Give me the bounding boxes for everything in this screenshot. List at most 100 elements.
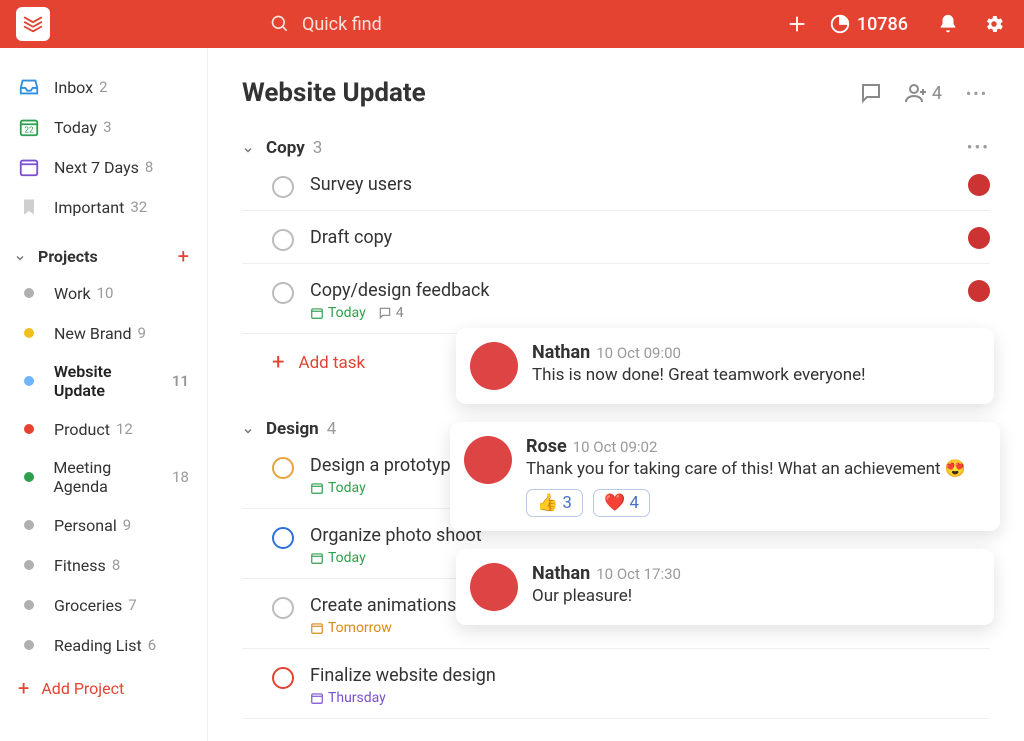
karma-button[interactable]: 10786: [829, 13, 908, 35]
today-icon: 22: [18, 116, 40, 138]
reaction[interactable]: ❤️ 4: [593, 489, 650, 517]
chevron-down-icon: [242, 141, 256, 155]
plus-icon: +: [272, 350, 284, 375]
comment-card[interactable]: Rose10 Oct 09:02 Thank you for taking ca…: [450, 422, 1000, 531]
avatar: [464, 436, 512, 484]
sidebar-filter-count: 32: [130, 198, 147, 216]
sidebar-project-label: Personal: [54, 516, 117, 535]
sidebar-project-item[interactable]: Meeting Agenda18: [8, 452, 199, 502]
sidebar-project-label: New Brand: [54, 324, 132, 343]
assignee-avatar[interactable]: [968, 280, 990, 302]
add-button[interactable]: [783, 10, 811, 38]
section-more-button[interactable]: •••: [967, 138, 990, 158]
project-color-dot: [18, 322, 40, 344]
comment-author: Nathan: [532, 563, 590, 584]
task-row[interactable]: Survey users: [242, 158, 990, 211]
more-button[interactable]: •••: [964, 80, 990, 106]
comment-card[interactable]: Nathan10 Oct 17:30 Our pleasure!: [456, 549, 994, 625]
sidebar-project-count: 6: [148, 636, 156, 654]
section-name: Copy: [266, 138, 305, 158]
sidebar-filter-inbox[interactable]: Inbox 2: [8, 70, 199, 104]
comment-card[interactable]: Nathan10 Oct 09:00 This is now done! Gre…: [456, 328, 994, 404]
task-row[interactable]: Finalize website designThursday: [242, 649, 990, 719]
sidebar-project-label: Work: [54, 284, 91, 303]
task-checkbox[interactable]: [272, 229, 294, 251]
sidebar-filter-today[interactable]: 22 Today 3: [8, 110, 199, 144]
project-color-dot: [18, 370, 40, 392]
task-checkbox[interactable]: [272, 282, 294, 304]
section-header[interactable]: Copy 3 •••: [242, 138, 990, 158]
main-content: Website Update 4 ••• Copy3•••Survey user…: [208, 48, 1024, 741]
sidebar-project-count: 12: [116, 420, 133, 438]
project-color-dot: [18, 466, 39, 488]
project-color-dot: [18, 634, 40, 656]
assignee-avatar[interactable]: [968, 174, 990, 196]
sidebar-project-label: Product: [54, 420, 110, 439]
sidebar-project-item[interactable]: Personal9: [8, 508, 199, 542]
task-row[interactable]: Copy/design feedback Today 4: [242, 264, 990, 334]
sidebar-project-item[interactable]: Fitness8: [8, 548, 199, 582]
task-due: Thursday: [310, 690, 386, 706]
calendar-icon: [18, 156, 40, 178]
section-count: 4: [327, 419, 337, 439]
comment-icon: [859, 81, 883, 105]
share-button[interactable]: 4: [904, 81, 942, 105]
comment-text: Our pleasure!: [532, 586, 976, 606]
comment-time: 10 Oct 09:00: [596, 344, 681, 362]
bookmark-icon: [18, 196, 40, 218]
sidebar-project-item[interactable]: Reading List6: [8, 628, 199, 662]
project-color-dot: [18, 282, 40, 304]
sidebar-filter-label: Inbox: [54, 78, 93, 97]
task-comments[interactable]: 4: [378, 305, 404, 321]
sidebar-filter-next7days[interactable]: Next 7 Days 8: [8, 150, 199, 184]
sidebar-project-label: Meeting Agenda: [53, 458, 166, 496]
sidebar-project-item[interactable]: Product 12: [8, 412, 199, 446]
task-due: Today: [310, 305, 366, 321]
sidebar-project-item[interactable]: Groceries7: [8, 588, 199, 622]
notifications-button[interactable]: [934, 10, 962, 38]
sidebar-projects-header[interactable]: Projects +: [8, 236, 199, 276]
comments-button[interactable]: [858, 80, 884, 106]
avatar: [470, 342, 518, 390]
sidebar-project-item[interactable]: Website Update11: [8, 356, 199, 406]
quick-find-placeholder: Quick find: [302, 14, 382, 35]
add-project-icon[interactable]: +: [178, 244, 189, 268]
sidebar-projects-title: Projects: [38, 247, 178, 266]
topbar: Quick find 10786: [0, 0, 1024, 48]
search-icon: [270, 14, 290, 34]
add-project-button[interactable]: + Add Project: [8, 668, 199, 708]
sidebar-filter-label: Next 7 Days: [54, 158, 139, 177]
inbox-icon: [18, 76, 40, 98]
sidebar-project-item[interactable]: Work 10: [8, 276, 199, 310]
task-checkbox[interactable]: [272, 527, 294, 549]
task-name: Draft copy: [310, 227, 960, 248]
sidebar-project-item[interactable]: New Brand 9: [8, 316, 199, 350]
reactions: 👍 3 ❤️ 4: [526, 489, 982, 517]
sidebar-project-count: 10: [97, 284, 114, 302]
task-checkbox[interactable]: [272, 457, 294, 479]
sidebar-filter-label: Today: [54, 118, 97, 137]
sidebar-project-count: 8: [112, 556, 120, 574]
task-name: Copy/design feedback: [310, 280, 960, 301]
sidebar: Inbox 2 22 Today 3 Next 7 Days 8 Importa…: [0, 48, 208, 741]
plus-icon: +: [18, 676, 29, 700]
quick-find[interactable]: Quick find: [270, 14, 382, 35]
settings-button[interactable]: [980, 10, 1008, 38]
app-logo[interactable]: [16, 7, 50, 41]
reaction[interactable]: 👍 3: [526, 489, 583, 517]
task-checkbox[interactable]: [272, 176, 294, 198]
project-color-dot: [18, 594, 40, 616]
task-checkbox[interactable]: [272, 667, 294, 689]
svg-text:22: 22: [24, 126, 34, 136]
sidebar-project-count: 9: [138, 324, 146, 342]
chevron-down-icon: [14, 249, 28, 263]
assignee-avatar[interactable]: [968, 227, 990, 249]
project-color-dot: [18, 554, 40, 576]
project-title: Website Update: [242, 78, 836, 108]
task-row[interactable]: Draft copy: [242, 211, 990, 264]
section-count: 3: [313, 138, 323, 158]
share-count: 4: [932, 83, 942, 104]
task-checkbox[interactable]: [272, 597, 294, 619]
project-color-dot: [18, 514, 40, 536]
sidebar-filter-important[interactable]: Important 32: [8, 190, 199, 224]
